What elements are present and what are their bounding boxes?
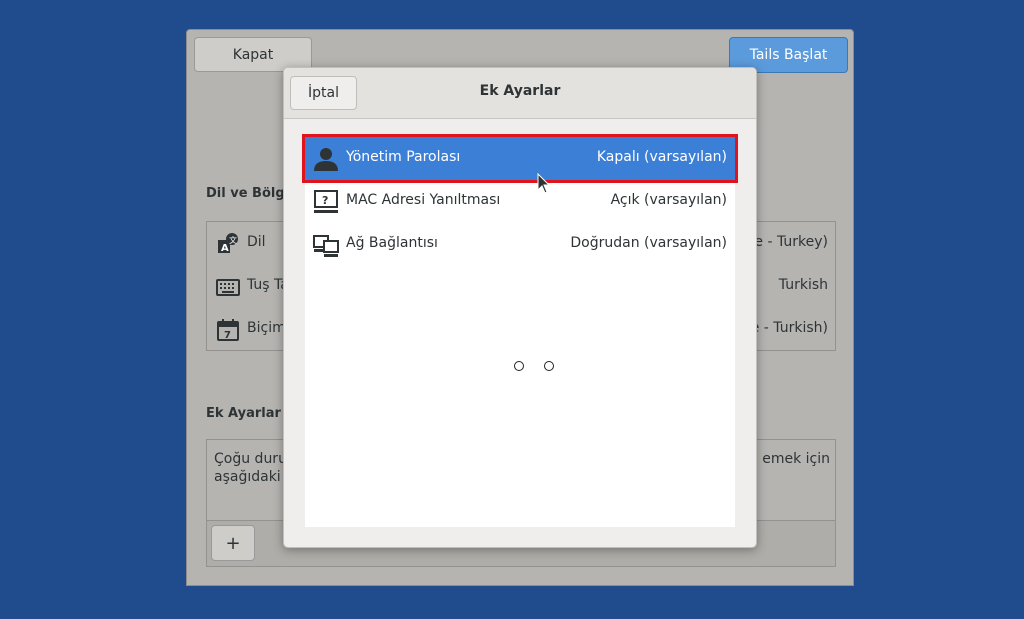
add-setting-button[interactable]: + — [211, 525, 255, 561]
keyboard-icon — [216, 275, 240, 299]
option-label: Ağ Bağlantısı — [346, 235, 438, 251]
mac-spoof-icon: ? — [313, 189, 339, 215]
option-value: Açık (varsayılan) — [610, 192, 727, 208]
svg-text:A: A — [221, 243, 229, 254]
language-section-title: Dil ve Bölge — [206, 186, 294, 201]
loading-dot-icon — [514, 361, 524, 371]
network-icon — [313, 232, 339, 258]
keyboard-value: Turkish — [778, 277, 828, 293]
extra-settings-section-title: Ek Ayarlar — [206, 406, 281, 421]
option-value: Kapalı (varsayılan) — [596, 149, 727, 165]
extra-text-line2: aşağıdaki — [214, 469, 281, 485]
loading-dot-icon — [544, 361, 554, 371]
option-value: Doğrudan (varsayılan) — [570, 235, 727, 251]
option-network-connection[interactable]: Ağ Bağlantısı Doğrudan (varsayılan) — [305, 223, 735, 266]
additional-settings-dialog: İptal Ek Ayarlar Yönetim Parolası Kapalı… — [283, 67, 757, 548]
svg-text:?: ? — [322, 194, 328, 207]
language-label: Dil — [247, 234, 266, 250]
extra-text-line1-right: emek için — [762, 451, 830, 467]
option-label: MAC Adresi Yanıltması — [346, 192, 501, 208]
mouse-pointer-icon — [537, 173, 551, 194]
option-label: Yönetim Parolası — [346, 149, 461, 165]
dialog-header: İptal Ek Ayarlar — [284, 68, 756, 119]
dialog-title: Ek Ayarlar — [479, 83, 561, 99]
svg-text:7: 7 — [224, 330, 231, 341]
settings-options-list: Yönetim Parolası Kapalı (varsayılan) ? M… — [302, 134, 738, 527]
svg-text:文: 文 — [229, 235, 237, 245]
language-icon: A 文 — [216, 232, 240, 256]
calendar-icon: 7 — [216, 318, 240, 342]
option-mac-spoofing[interactable]: ? MAC Adresi Yanıltması Açık (varsayılan… — [305, 180, 735, 223]
user-icon — [313, 146, 339, 172]
option-admin-password[interactable]: Yönetim Parolası Kapalı (varsayılan) — [302, 134, 738, 183]
